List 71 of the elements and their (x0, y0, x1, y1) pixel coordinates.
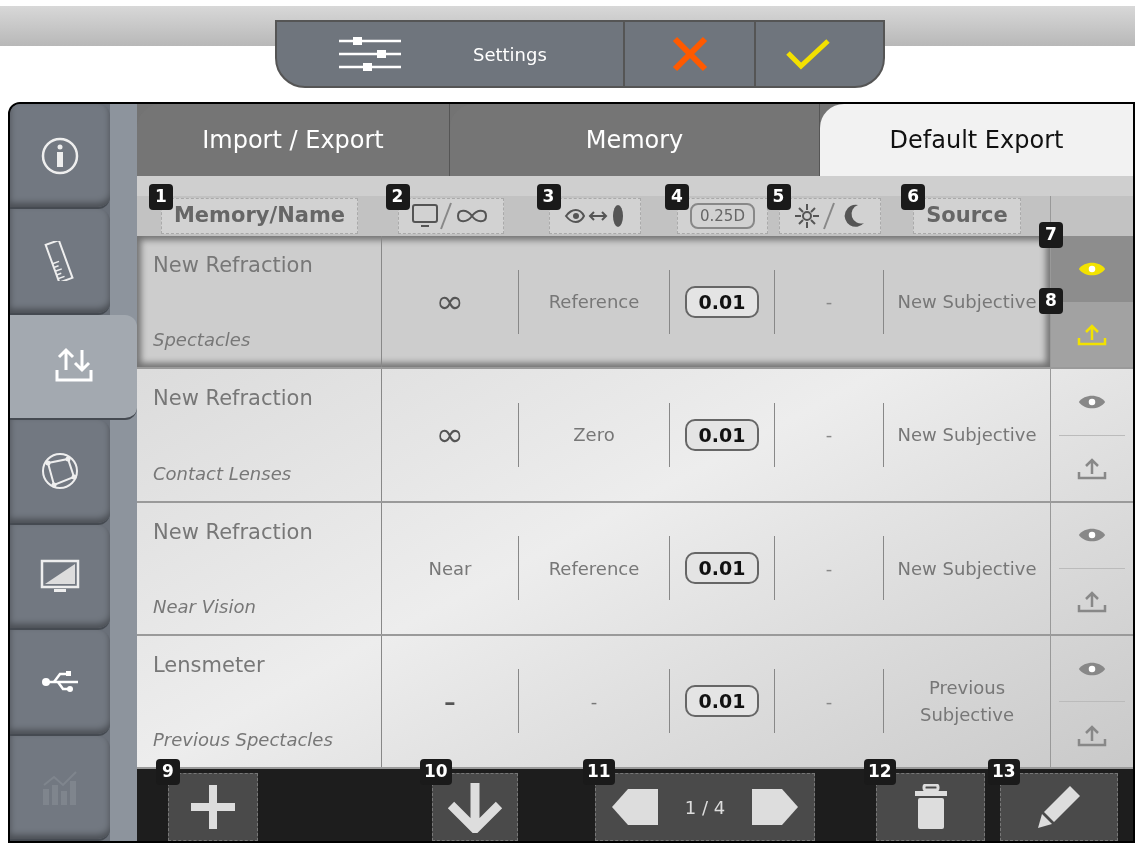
callout-number: 13 (988, 759, 1020, 785)
page-indicator: 1 / 4 (684, 795, 726, 820)
lighting-value: - (825, 423, 833, 448)
sidebar-tab[interactable] (10, 104, 110, 210)
memory-type: Previous Spectacles (153, 728, 334, 752)
settings-button[interactable]: Settings (277, 22, 625, 86)
column-title: Memory/Name (173, 202, 345, 230)
callout-number: 11 (583, 759, 615, 785)
step-value: 0.01 (684, 685, 760, 718)
step-value: 0.01 (684, 285, 760, 318)
memory-row[interactable]: New Refraction Contact Lenses ∞ Zero 0.01 - New Subjective (137, 369, 1050, 501)
callout-number: 1 (148, 184, 173, 210)
memory-name: Lensmeter (153, 651, 266, 679)
lighting-value: - (825, 290, 833, 315)
callout-number: 2 (385, 184, 410, 210)
source-value: New Subjective (896, 556, 1038, 581)
source-value: Previous Subjective (919, 676, 1015, 728)
sliders-icon (337, 36, 403, 72)
memory-name: New Refraction (153, 385, 314, 413)
sidebar-tab[interactable] (10, 209, 110, 315)
lighting-value: - (825, 689, 833, 714)
reference-value: Zero (573, 423, 615, 448)
distance-value: - (443, 679, 457, 723)
globe-icon (40, 451, 80, 492)
distance-value: ∞ (435, 280, 465, 324)
source-value: New Subjective (896, 290, 1038, 315)
memory-name: New Refraction (153, 518, 314, 546)
upload-icon (1076, 322, 1108, 347)
callout-number: 4 (665, 184, 689, 210)
step-value: 0.01 (684, 552, 760, 585)
sidebar-tab[interactable] (10, 419, 110, 526)
memory-type: Spectacles (153, 328, 252, 353)
next-page-button[interactable] (750, 787, 800, 827)
step-value: 0.01 (684, 418, 760, 451)
source-value: New Subjective (896, 423, 1038, 448)
sidebar-tab[interactable] (10, 314, 137, 420)
sidebar-tab[interactable] (10, 630, 110, 736)
distance-value: Near (428, 556, 472, 581)
reference-value: Reference (548, 556, 640, 581)
down-arrow-icon (445, 781, 505, 833)
callout-number: 10 (420, 759, 452, 785)
upload-icon (1076, 456, 1108, 481)
distance-value: ∞ (435, 413, 465, 457)
memory-name: New Refraction (153, 252, 314, 279)
sidebar-tab[interactable] (10, 525, 110, 631)
trash-icon (913, 784, 948, 830)
close-icon (670, 35, 709, 73)
callout-number: 6 (901, 184, 926, 210)
plus-icon (189, 783, 237, 831)
checkmark-icon (784, 37, 831, 71)
callout-number: 3 (536, 184, 561, 210)
memory-type: Contact Lenses (153, 461, 293, 486)
callout-number: 8 (1039, 287, 1063, 314)
memory-type: Near Vision (153, 594, 257, 619)
callout-number: 5 (766, 184, 791, 210)
lighting-value: - (825, 556, 833, 581)
reference-value: Reference (548, 290, 640, 315)
reference-value: - (590, 689, 598, 714)
info-icon (40, 135, 80, 176)
pencil-icon (1036, 784, 1082, 830)
upload-icon (1076, 589, 1108, 614)
previous-page-button[interactable] (610, 787, 660, 827)
step-label: 0.25D (690, 203, 755, 229)
column-title: Source (926, 202, 1008, 230)
callout-number: 9 (156, 759, 180, 785)
callout-number: 7 (1039, 222, 1063, 248)
left-arrow-icon (610, 787, 660, 827)
callout-number: 12 (864, 759, 896, 785)
tab[interactable]: Default Export (820, 104, 1133, 176)
right-arrow-icon (750, 787, 800, 827)
memory-row[interactable]: New Refraction Near Vision Near Reference 0.01 - New Subjective (137, 502, 1050, 634)
